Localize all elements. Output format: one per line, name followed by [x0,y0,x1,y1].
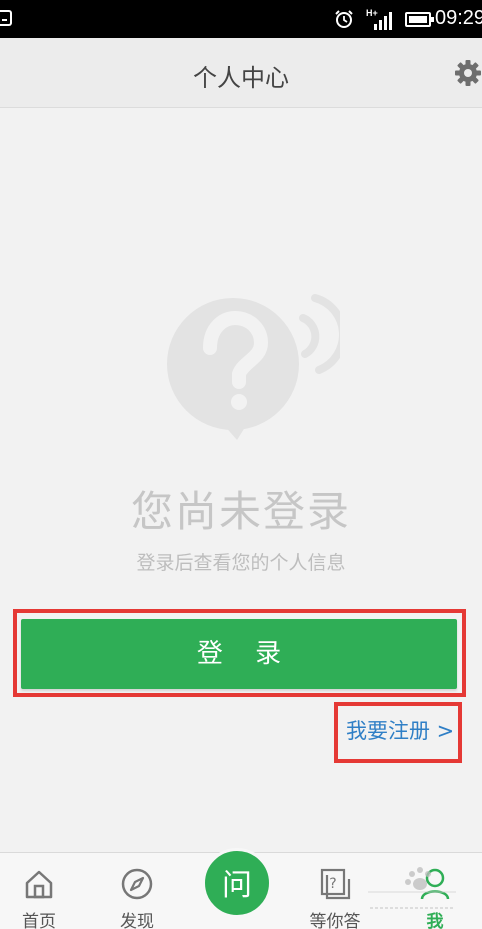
nav-item-home[interactable]: 首页 [0,853,78,929]
ask-button[interactable]: 问 [202,848,272,918]
nav-label-discover: 发现 [120,912,154,929]
question-doc-icon: ? [320,868,351,900]
gear-icon[interactable] [453,58,482,88]
header: 个人中心 [0,38,482,108]
signal-icon: H+ [366,8,394,30]
app-notification-icon [0,10,12,26]
watermark-logo [368,867,456,909]
status-time: 09:29 [435,7,482,29]
question-bubble-icon [167,294,340,440]
register-link[interactable]: 我要注册 > [346,715,454,745]
page-title: 个人中心 [193,64,289,92]
svg-text:?: ? [329,876,336,892]
login-button[interactable]: 登 录 [21,619,457,689]
signal-type-label: H+ [366,8,378,18]
alarm-icon [335,10,353,28]
nav-label-home: 首页 [22,912,56,929]
status-bar: H+ 09:29 [0,0,482,38]
empty-state-title: 您尚未登录 [130,487,351,536]
home-icon [25,870,53,899]
compass-icon [121,868,153,900]
nav-item-discover[interactable]: 发现 [98,853,176,929]
empty-state-subtitle: 登录后查看您的个人信息 [136,552,346,574]
battery-icon [405,12,434,27]
